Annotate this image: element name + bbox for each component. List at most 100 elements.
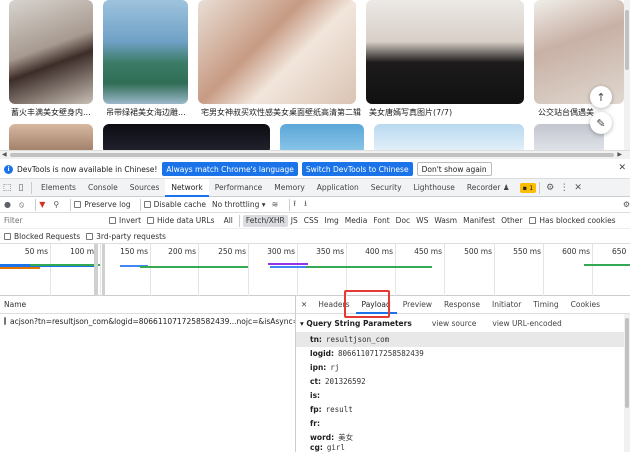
type-filter-fetch-xhr[interactable]: Fetch/XHR <box>242 214 288 227</box>
dont-show-again-button[interactable]: Don't show again <box>416 162 492 176</box>
infobar-message: DevTools is now available in Chinese! <box>17 164 158 174</box>
gallery-image-1[interactable] <box>9 0 93 104</box>
network-conditions-icon[interactable]: ≋ <box>272 200 279 209</box>
type-filter-wasm[interactable]: Wasm <box>431 215 460 227</box>
gallery-caption-3[interactable]: 宅男女神叔买欢性感美女桌面壁纸高清第二辑 <box>201 107 363 118</box>
detail-scrollbar[interactable] <box>624 314 630 452</box>
network-toolbar: ● ⦸ ▼ ⚲ Preserve log Disable cache No th… <box>0 197 630 213</box>
request-detail-tabs: ✕ Headers Payload Preview Response Initi… <box>296 296 630 314</box>
close-detail-icon[interactable]: ✕ <box>296 296 312 314</box>
tab-elements[interactable]: Elements <box>35 179 82 197</box>
timeline-window-handle[interactable] <box>102 244 105 296</box>
type-filter-img[interactable]: Img <box>322 215 342 227</box>
view-source-link[interactable]: view source <box>432 319 477 328</box>
inspect-element-icon[interactable]: ⬚ <box>0 183 14 193</box>
query-string-section-header[interactable]: ▾ Query String Parameters view source vi… <box>296 314 630 332</box>
divider <box>70 198 72 211</box>
tab-security[interactable]: Security <box>365 179 408 197</box>
tab-initiator[interactable]: Initiator <box>486 296 527 314</box>
preserve-log-checkbox[interactable]: Preserve log <box>74 200 131 209</box>
tab-console[interactable]: Console <box>82 179 124 197</box>
gallery-image-6[interactable] <box>9 124 93 150</box>
close-icon[interactable]: ✕ <box>618 163 626 173</box>
param-value: resultjson_com <box>325 335 390 344</box>
gear-icon[interactable]: ⚙ <box>543 183 557 193</box>
tab-application[interactable]: Application <box>311 179 365 197</box>
type-filter-media[interactable]: Media <box>342 215 371 227</box>
type-filter-css[interactable]: CSS <box>301 215 322 227</box>
tab-timing[interactable]: Timing <box>527 296 564 314</box>
timeline-tick: 250 ms <box>218 247 246 256</box>
edit-button[interactable]: ✎ <box>590 112 612 134</box>
scroll-left-icon[interactable]: ◀ <box>2 151 7 158</box>
timeline-tick: 500 ms <box>464 247 492 256</box>
network-settings-icon[interactable]: ⚙ <box>623 200 630 209</box>
throttling-select[interactable]: No throttling ▾ <box>212 200 266 209</box>
tab-payload[interactable]: Payload <box>355 296 398 314</box>
name-column-header[interactable]: Name <box>0 296 296 314</box>
issues-badge[interactable]: ▪ 1 <box>519 182 537 193</box>
page-vertical-scrollbar[interactable] <box>624 0 630 150</box>
blocked-requests-checkbox[interactable]: Blocked Requests <box>4 232 80 241</box>
request-row[interactable]: acjson?tn=resultjson_com&logid=806611071… <box>0 314 296 328</box>
tab-headers[interactable]: Headers <box>312 296 355 314</box>
filter-icon[interactable]: ▼ <box>39 200 45 209</box>
has-blocked-cookies-checkbox[interactable]: Has blocked cookies <box>529 216 616 225</box>
scroll-right-icon[interactable]: ▶ <box>617 151 622 158</box>
type-filter-doc[interactable]: Doc <box>393 215 414 227</box>
hide-data-urls-checkbox[interactable]: Hide data URLs <box>147 216 215 225</box>
tab-performance[interactable]: Performance <box>209 179 269 197</box>
third-party-requests-checkbox[interactable]: 3rd-party requests <box>86 232 166 241</box>
gallery-image-2[interactable] <box>103 0 188 104</box>
timeline-bar <box>140 266 248 268</box>
export-har-icon[interactable]: ⭳ <box>304 198 307 212</box>
gallery-caption-4[interactable]: 美女唐嫣写真图片(7/7) <box>369 107 519 118</box>
gallery-caption-2[interactable]: 吊带绿裙美女海边雕... <box>106 107 192 118</box>
clear-icon[interactable]: ⦸ <box>19 200 24 210</box>
timeline-tick: 300 ms <box>267 247 295 256</box>
type-filter-js[interactable]: JS <box>288 215 301 227</box>
gallery-image-5[interactable] <box>534 0 624 104</box>
switch-to-chinese-button[interactable]: Switch DevTools to Chinese <box>301 162 413 176</box>
always-match-language-button[interactable]: Always match Chrome's language <box>162 162 298 176</box>
filter-input[interactable] <box>4 216 109 225</box>
query-string-title[interactable]: ▾ Query String Parameters <box>300 319 412 328</box>
query-param-row: cg: girl <box>296 443 630 452</box>
tab-response[interactable]: Response <box>438 296 486 314</box>
scroll-top-button[interactable]: ↑ <box>590 86 612 108</box>
tab-sources[interactable]: Sources <box>124 179 166 197</box>
type-filter-all[interactable]: All <box>221 215 236 227</box>
timeline-tick: 200 ms <box>168 247 196 256</box>
gallery-image-7[interactable] <box>103 124 270 150</box>
record-icon[interactable]: ● <box>4 200 11 209</box>
network-timeline-overview[interactable]: 50 ms 100 ms 150 ms 200 ms 250 ms 300 ms… <box>0 244 630 296</box>
type-filter-ws[interactable]: WS <box>413 215 431 227</box>
invert-label: Invert <box>119 216 142 225</box>
gallery-image-9[interactable] <box>374 124 524 150</box>
param-value: 201326592 <box>325 377 366 386</box>
query-param-row: ipn: rj <box>296 360 630 375</box>
tab-recorder[interactable]: Recorder ♟ <box>461 179 516 197</box>
invert-checkbox[interactable]: Invert <box>109 216 141 225</box>
import-har-icon[interactable]: ⭱ <box>293 198 296 212</box>
view-url-encoded-link[interactable]: view URL-encoded <box>492 319 561 328</box>
device-toolbar-icon[interactable]: ▯ <box>14 183 28 193</box>
disable-cache-checkbox[interactable]: Disable cache <box>143 200 206 209</box>
timeline-window-handle[interactable] <box>94 244 98 296</box>
tab-network[interactable]: Network <box>165 178 210 197</box>
page-horizontal-scrollbar[interactable]: ◀ ▶ <box>0 150 630 159</box>
type-filter-font[interactable]: Font <box>370 215 392 227</box>
tab-memory[interactable]: Memory <box>268 179 311 197</box>
tab-cookies[interactable]: Cookies <box>565 296 606 314</box>
close-devtools-icon[interactable]: ✕ <box>571 183 585 193</box>
tab-lighthouse[interactable]: Lighthouse <box>408 179 461 197</box>
type-filter-manifest[interactable]: Manifest <box>460 215 498 227</box>
type-filter-other[interactable]: Other <box>498 215 525 227</box>
search-icon[interactable]: ⚲ <box>53 200 59 209</box>
gallery-image-3[interactable] <box>198 0 356 104</box>
gallery-image-8[interactable] <box>280 124 364 150</box>
gallery-image-4[interactable] <box>366 0 524 104</box>
tab-preview[interactable]: Preview <box>397 296 438 314</box>
more-options-icon[interactable]: ⋮ <box>557 183 571 193</box>
gallery-caption-1[interactable]: 蓄火丰满美女壁身内... <box>11 107 97 118</box>
